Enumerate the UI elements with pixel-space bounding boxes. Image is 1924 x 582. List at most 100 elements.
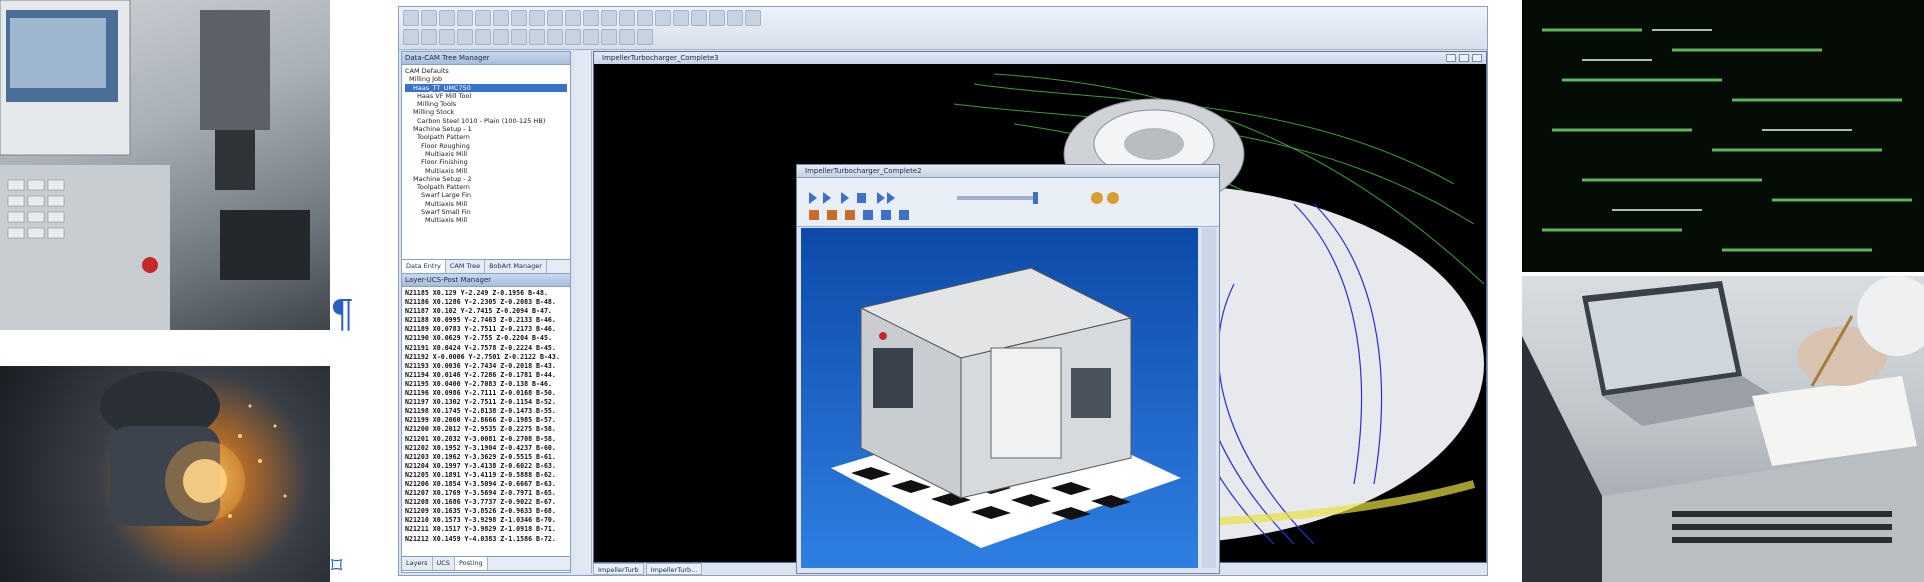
shell-icon[interactable] <box>529 29 545 45</box>
circle-tool-icon[interactable] <box>601 10 617 26</box>
left-panel: Data-CAM Tree Manager CAM Defaults Millin… <box>401 51 571 573</box>
toolbar-row-1 <box>403 10 761 28</box>
tree-item[interactable]: Haas_TT_UMC750 <box>405 83 567 92</box>
rectangle-tool-icon[interactable] <box>619 10 635 26</box>
solid-icon[interactable] <box>403 29 419 45</box>
vertical-tool-strip[interactable] <box>575 51 592 573</box>
layer-icon[interactable] <box>601 29 617 45</box>
extrude-icon[interactable] <box>439 29 455 45</box>
layer-ucs-post-tab[interactable]: Layers <box>402 557 433 570</box>
gcode-line: N21205 X0.1891 Y-3.4119 Z-0.5888 B-62. <box>405 470 556 479</box>
tree-item[interactable]: Swarf Large Fin <box>405 191 567 199</box>
tree-item[interactable]: Milling Job <box>405 75 567 83</box>
cut-icon[interactable] <box>511 10 527 26</box>
text-tool-icon[interactable] <box>655 10 671 26</box>
tree-item[interactable]: Machine Setup - 2 <box>405 175 567 183</box>
view-tab[interactable]: ImpellerTurb <box>593 563 644 575</box>
toolbar-row-2 <box>403 29 653 47</box>
measure-icon[interactable] <box>583 29 599 45</box>
gcode-line: N21203 X0.1962 Y-3.3629 Z-0.5515 B-61. <box>405 452 556 461</box>
mirror-icon[interactable] <box>547 29 563 45</box>
chamfer-icon[interactable] <box>511 29 527 45</box>
paste-icon[interactable] <box>547 10 563 26</box>
cnc-machine-illustration <box>0 0 310 330</box>
cam-tree[interactable]: CAM Defaults Milling Job Haas_TT_UMC750 Haa… <box>402 65 570 259</box>
gcode-line: N21194 X0.0146 Y-2.7286 Z-0.1781 B-44. <box>405 370 556 379</box>
gcode-line: N21197 X0.1302 Y-2.7511 Z-0.1154 B-52. <box>405 398 556 407</box>
gcode-line: N21190 X0.0629 Y-2.755 Z-0.2204 B-45. <box>405 334 552 343</box>
cnc-machine-photo <box>0 0 330 330</box>
curve-tool-icon[interactable] <box>637 10 653 26</box>
tree-item[interactable]: Haas VF Mill Tool <box>405 92 567 100</box>
gcode-line: N21206 X0.1854 Y-3.5094 Z-0.6667 B-63. <box>405 479 556 488</box>
panel-tabs: Data Entry CAM Tree BobArt Manager <box>402 259 570 274</box>
tree-item[interactable]: Multiaxis Mill <box>405 167 567 175</box>
array-icon[interactable] <box>565 29 581 45</box>
machine-3d-canvas[interactable] <box>801 228 1198 568</box>
simulation-toolbar <box>797 178 1219 227</box>
simulation-controls <box>809 192 1119 220</box>
select-arrow-icon[interactable] <box>565 10 581 26</box>
minimize-button[interactable] <box>1446 54 1456 62</box>
welder-illustration <box>100 371 287 526</box>
gcode-line: N21186 X0.1286 Y-2.2305 Z-0.2083 B-48. <box>405 298 556 307</box>
surface-icon[interactable] <box>421 29 437 45</box>
gcode-line: N21208 X0.1686 Y-3.7737 Z-0.9022 B-67. <box>405 498 556 507</box>
fillet-icon[interactable] <box>493 29 509 45</box>
dimension-icon[interactable] <box>673 10 689 26</box>
tree-item[interactable]: Floor Roughing <box>405 142 567 150</box>
print-icon[interactable] <box>457 10 473 26</box>
source-code-photo <box>1522 0 1924 272</box>
rotate-icon[interactable] <box>727 10 743 26</box>
revolve-icon[interactable] <box>457 29 473 45</box>
open-folder-icon[interactable] <box>421 10 437 26</box>
save-icon[interactable] <box>439 10 455 26</box>
tree-item[interactable]: Swarf Small Fin <box>405 208 567 216</box>
tree-manager-title: Data-CAM Tree Manager <box>402 52 570 65</box>
tree-item[interactable]: CAM Defaults <box>405 67 567 75</box>
gcode-line: N21188 X0.0995 Y-2.7463 Z-0.2133 B-46. <box>405 316 556 325</box>
copy-icon[interactable] <box>529 10 545 26</box>
close-button[interactable] <box>1472 54 1482 62</box>
shade-icon[interactable] <box>637 29 653 45</box>
redo-icon[interactable] <box>493 10 509 26</box>
tree-item[interactable]: Multiaxis Mill <box>405 216 567 224</box>
gcode-line: N21201 X0.2032 Y-3.0081 Z-0.2708 B-58. <box>405 434 556 443</box>
tree-item[interactable]: Multiaxis Mill <box>405 200 567 208</box>
tree-item[interactable]: Milling Tools <box>405 100 567 108</box>
layer-ucs-post-tab[interactable]: UCS <box>433 557 455 570</box>
view-icon[interactable] <box>745 10 761 26</box>
code-screen-illustration <box>1542 28 1912 252</box>
post-manager-title: Layer-UCS-Post Manager <box>402 274 570 287</box>
anchor-icon: ⌑ <box>331 554 343 579</box>
tree-item[interactable]: Floor Finishing <box>405 158 567 166</box>
panel-tab[interactable]: CAM Tree <box>446 260 486 273</box>
render-icon[interactable] <box>619 29 635 45</box>
view-tab[interactable]: ImpellerTurb... <box>645 563 703 575</box>
gcode-line: N21193 X0.0036 Y-2.7434 Z-0.2018 B-43. <box>405 361 556 370</box>
tree-item[interactable]: Milling Stock <box>405 108 567 116</box>
posted-gcode-list[interactable]: N21185 X0.129 Y-2.249 Z-0.1956 B-48. N211… <box>402 287 570 556</box>
tree-item[interactable]: Carbon Steel 1010 - Plain (100-125 HB) <box>405 117 567 125</box>
paragraph-mark-icon: ¶ <box>330 292 355 336</box>
boolean-icon[interactable] <box>475 29 491 45</box>
machine-simulation-window[interactable]: ImpellerTurbocharger_Complete2 <box>796 164 1220 574</box>
line-tool-icon[interactable] <box>583 10 599 26</box>
pan-icon[interactable] <box>709 10 725 26</box>
panel-tab[interactable]: BobArt Manager <box>485 260 547 273</box>
layer-ucs-post-tab[interactable]: Posting <box>454 557 488 570</box>
gcode-line: N21209 X0.1635 Y-3.8526 Z-0.9633 B-68. <box>405 507 556 516</box>
simulation-side-tab[interactable] <box>1202 228 1216 568</box>
new-file-icon[interactable] <box>403 10 419 26</box>
maximize-button[interactable] <box>1459 54 1469 62</box>
main-3d-viewport[interactable]: ImpellerTurbocharger_Complete3 ImpellerT… <box>593 51 1487 574</box>
undo-icon[interactable] <box>475 10 491 26</box>
zoom-icon[interactable] <box>691 10 707 26</box>
gcode-line: N21212 X0.1459 Y-4.0383 Z-1.1586 B-72. <box>405 534 556 543</box>
tree-item[interactable]: Toolpath Pattern <box>405 183 567 191</box>
tree-item[interactable]: Multiaxis Mill <box>405 150 567 158</box>
tree-item[interactable]: Machine Setup - 1 <box>405 125 567 133</box>
panel-tab[interactable]: Data Entry <box>402 260 446 273</box>
inner-view-title: ImpellerTurbocharger_Complete2 <box>797 165 1219 178</box>
tree-item[interactable]: Toolpath Pattern <box>405 133 567 141</box>
